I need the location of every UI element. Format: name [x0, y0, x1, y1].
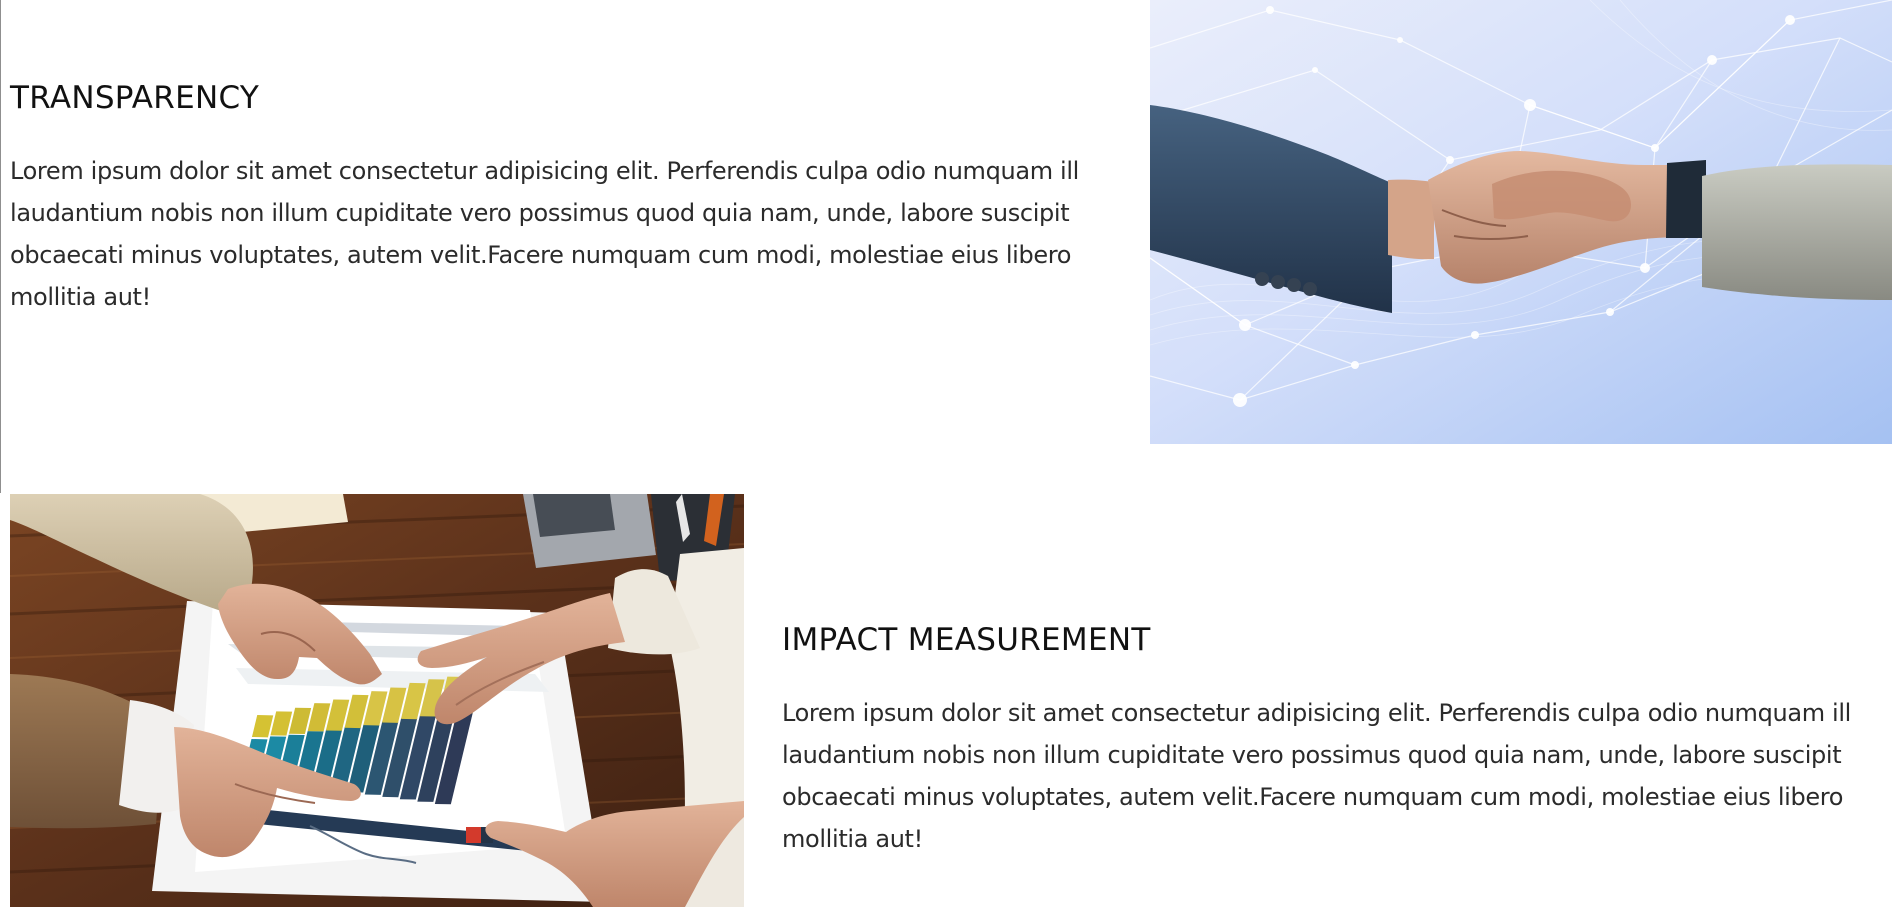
content-page: TRANSPARENCY Lorem ipsum dolor sit amet … [0, 0, 1892, 907]
transparency-description: Lorem ipsum dolor sit amet consectetur a… [10, 157, 1079, 311]
chart-review-image [10, 494, 744, 907]
handshake-image [1150, 0, 1892, 444]
left-border [0, 0, 1, 493]
impact-measurement-description: Lorem ipsum dolor sit amet consectetur a… [782, 699, 1851, 853]
impact-measurement-heading: IMPACT MEASUREMENT [782, 622, 1151, 658]
transparency-heading: TRANSPARENCY [10, 80, 260, 116]
